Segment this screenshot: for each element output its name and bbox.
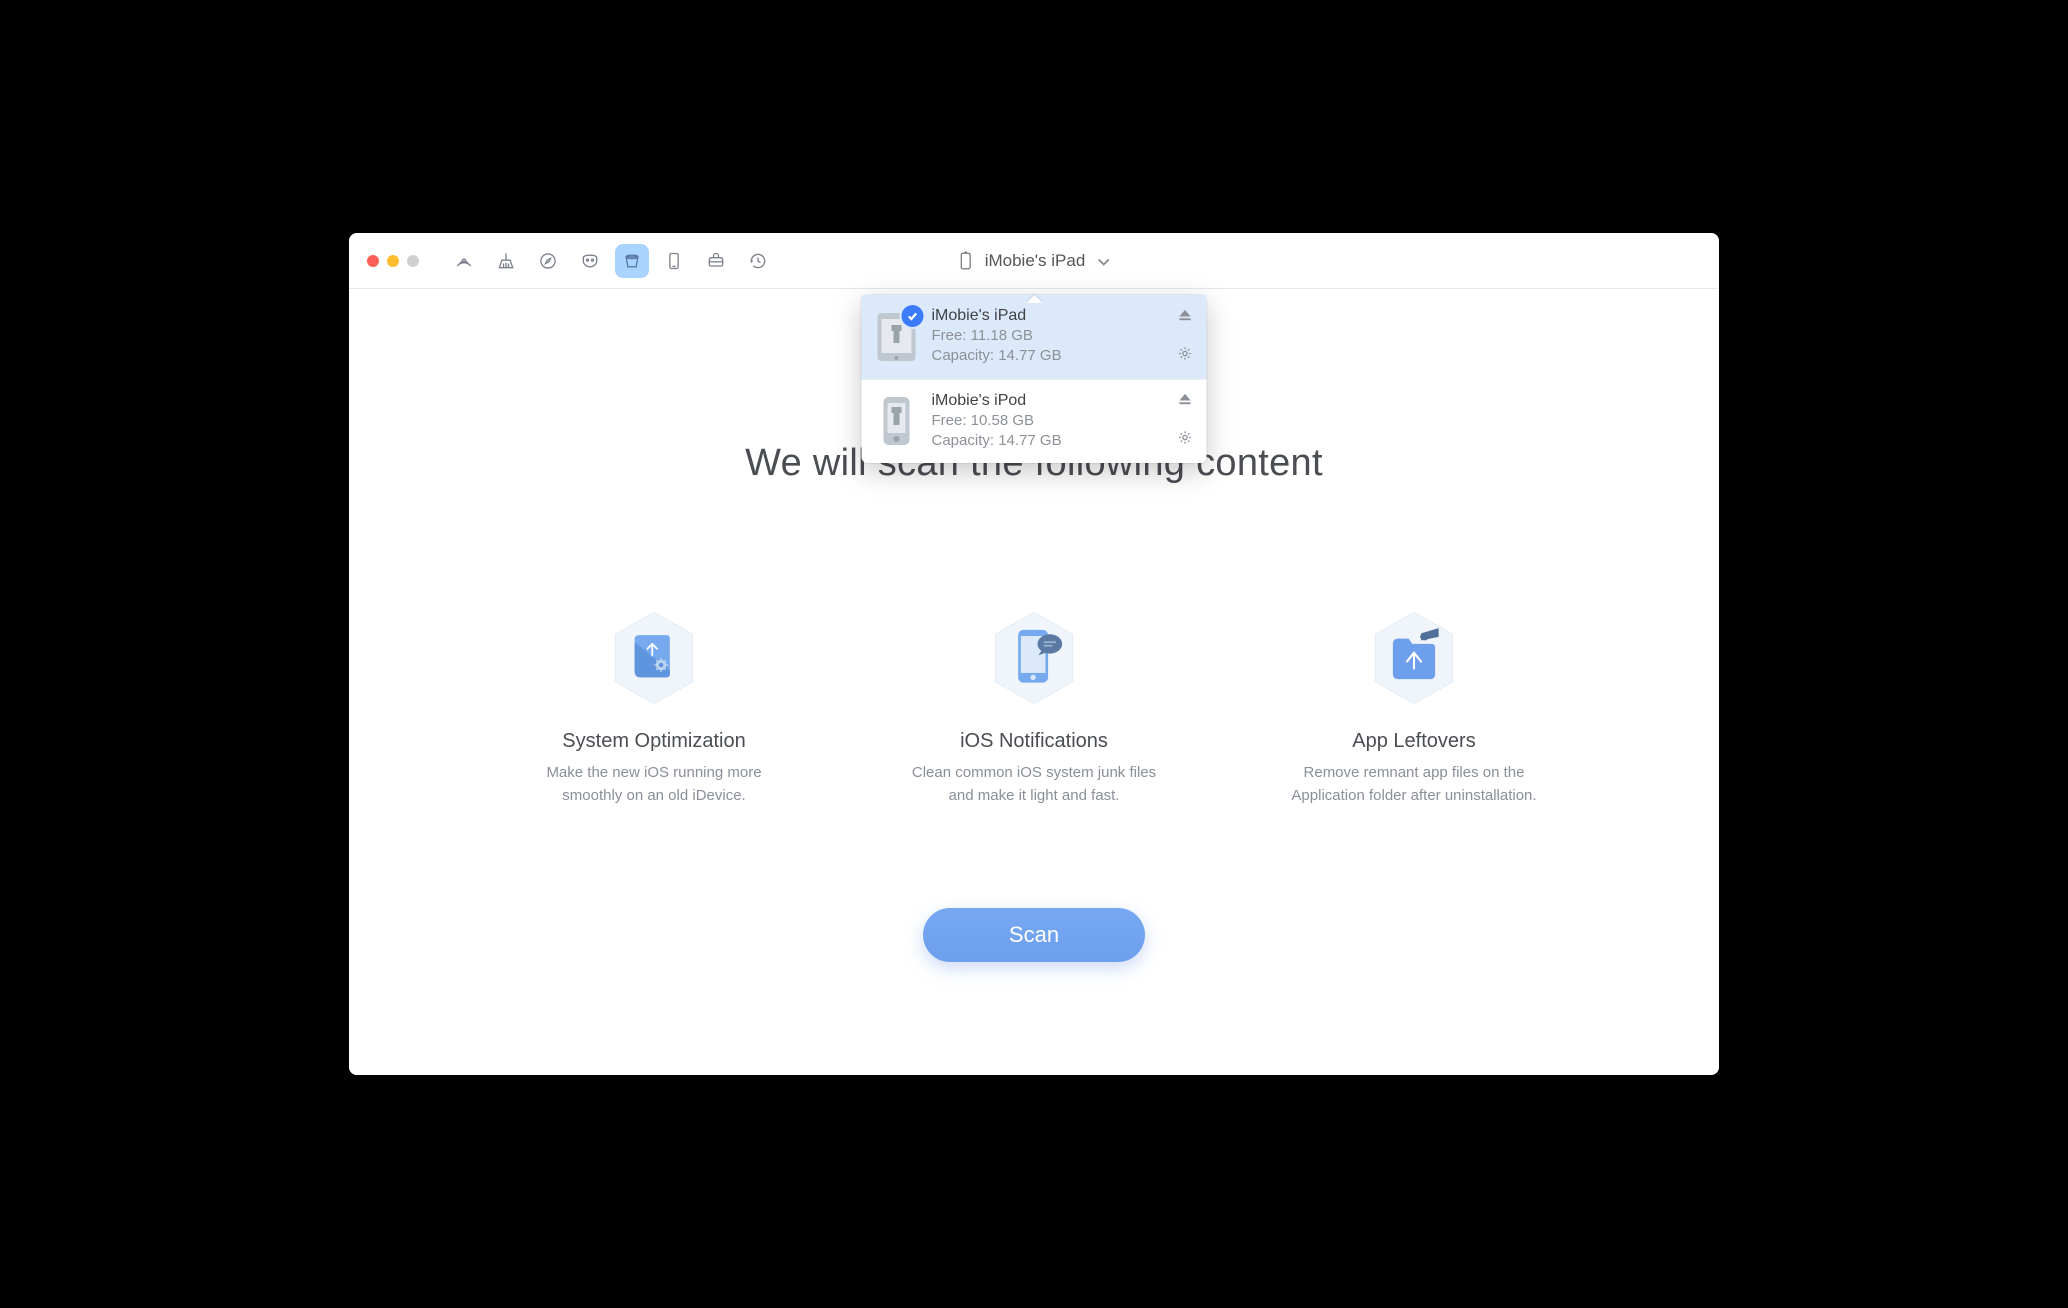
card-system-optimization: System Optimization Make the new iOS run… — [524, 608, 784, 808]
device-name: iMobie's iPod — [932, 392, 1164, 410]
card-desc: Clean common iOS system junk files and m… — [904, 761, 1164, 808]
card-ios-notifications: iOS Notifications Clean common iOS syste… — [904, 608, 1164, 808]
close-window-icon[interactable] — [367, 255, 379, 267]
eject-icon[interactable] — [1178, 308, 1193, 328]
device-info: iMobie's iPod Free: 10.58 GB Capacity: 1… — [932, 392, 1164, 452]
gear-icon[interactable] — [1178, 430, 1193, 450]
device-info: iMobie's iPad Free: 11.18 GB Capacity: 1… — [932, 307, 1164, 367]
chevron-down-icon — [1097, 251, 1109, 271]
safari-icon[interactable] — [531, 244, 565, 278]
card-title: iOS Notifications — [904, 730, 1164, 753]
device-dropdown-item-ipad[interactable]: iMobie's iPad Free: 11.18 GB Capacity: 1… — [862, 295, 1207, 379]
privacy-mask-icon[interactable] — [573, 244, 607, 278]
device-name: iMobie's iPad — [932, 307, 1164, 325]
card-title: System Optimization — [524, 730, 784, 753]
device-actions — [1178, 392, 1193, 450]
card-app-leftovers: App Leftovers Remove remnant app files o… — [1284, 608, 1544, 808]
card-desc: Remove remnant app files on the Applicat… — [1284, 761, 1544, 808]
device-selector-label: iMobie's iPad — [985, 251, 1086, 271]
device-actions — [1178, 308, 1193, 366]
window-controls — [367, 255, 419, 267]
eject-icon[interactable] — [1178, 392, 1193, 412]
device-free: Free: 10.58 GB — [932, 411, 1164, 431]
feature-cards: System Optimization Make the new iOS run… — [349, 608, 1719, 808]
broom-icon[interactable] — [489, 244, 523, 278]
toolbar-modules — [447, 244, 775, 278]
system-optimization-icon — [610, 608, 698, 708]
gear-icon[interactable] — [1178, 346, 1193, 366]
airdrop-icon[interactable] — [447, 244, 481, 278]
device-capacity: Capacity: 14.77 GB — [932, 346, 1164, 366]
device-icon — [959, 251, 973, 271]
device-capacity: Capacity: 14.77 GB — [932, 431, 1164, 451]
app-window: iMobie's iPad iMobie's iPad Free: 11.18 … — [349, 233, 1719, 1075]
phone-device-icon[interactable] — [657, 244, 691, 278]
history-icon[interactable] — [741, 244, 775, 278]
ios-notifications-icon — [990, 608, 1078, 708]
toolbox-icon[interactable] — [699, 244, 733, 278]
toolbar: iMobie's iPad — [349, 233, 1719, 289]
maximize-window-icon[interactable] — [407, 255, 419, 267]
junk-bucket-icon[interactable] — [615, 244, 649, 278]
app-leftovers-icon — [1370, 608, 1458, 708]
device-dropdown-item-ipod[interactable]: iMobie's iPod Free: 10.58 GB Capacity: 1… — [862, 379, 1207, 464]
check-selected-icon — [902, 305, 924, 327]
device-dropdown: iMobie's iPad Free: 11.18 GB Capacity: 1… — [862, 295, 1207, 463]
device-free: Free: 11.18 GB — [932, 326, 1164, 346]
card-desc: Make the new iOS running more smoothly o… — [524, 761, 784, 808]
device-selector[interactable]: iMobie's iPad — [959, 251, 1110, 271]
ipod-icon — [876, 395, 918, 447]
card-title: App Leftovers — [1284, 730, 1544, 753]
ipad-icon — [876, 311, 918, 363]
minimize-window-icon[interactable] — [387, 255, 399, 267]
scan-button[interactable]: Scan — [923, 908, 1145, 962]
